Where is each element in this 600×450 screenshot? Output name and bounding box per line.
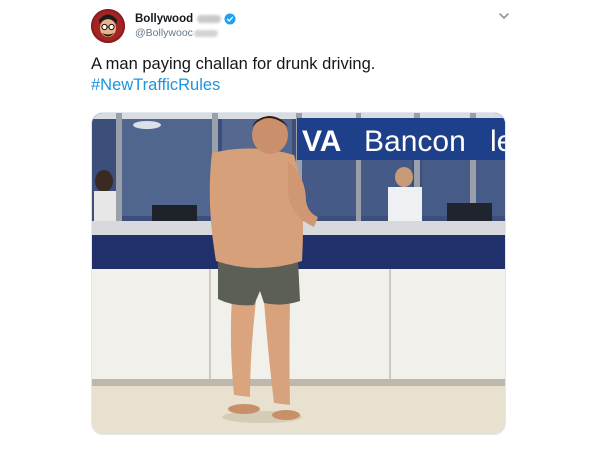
tweet-photo[interactable]: VA Bancon le xyxy=(91,112,506,435)
blurred-handle-part xyxy=(193,29,218,37)
blurred-name-part xyxy=(197,15,222,23)
sign-left-text: VA xyxy=(302,125,341,158)
bank-counter-photo: VA Bancon le xyxy=(92,113,506,434)
tweet-card: Bollywood @Bollywooc A man paying challa… xyxy=(0,0,600,450)
avatar-cartoon-face-icon xyxy=(91,9,125,43)
tweet-text: A man paying challan for drunk driving. xyxy=(91,55,376,73)
display-name[interactable]: Bollywood xyxy=(135,13,193,25)
author-name-row[interactable]: Bollywood xyxy=(135,11,236,27)
author-handle-row[interactable]: @Bollywooc xyxy=(135,26,218,40)
sign-tail-text: le xyxy=(490,125,506,158)
chevron-down-icon[interactable] xyxy=(497,11,511,21)
verified-badge-icon xyxy=(224,13,236,25)
sign-right-text: Bancon xyxy=(364,125,466,158)
hashtag-link[interactable]: #NewTrafficRules xyxy=(91,75,220,96)
handle[interactable]: @Bollywooc xyxy=(135,27,193,39)
avatar[interactable] xyxy=(91,9,125,43)
